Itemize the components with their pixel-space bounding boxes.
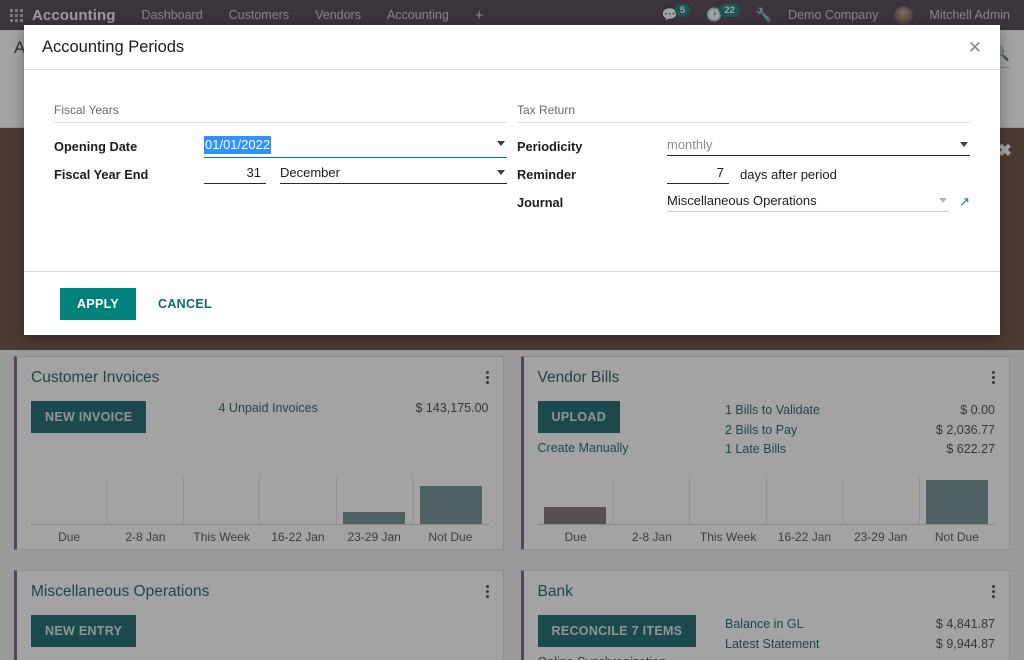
- close-icon[interactable]: ✕: [968, 39, 982, 56]
- external-link-icon[interactable]: ↗︎: [959, 194, 970, 210]
- dialog-header: Accounting Periods ✕: [24, 25, 1000, 70]
- periodicity-label: Periodicity: [517, 138, 583, 154]
- reminder-days-input[interactable]: 7: [667, 164, 729, 184]
- chevron-down-icon[interactable]: [497, 170, 505, 175]
- opening-date-control: 01/01/2022: [204, 135, 507, 158]
- journal-control: Miscellaneous Operations ↗︎: [667, 192, 970, 212]
- tax-return-group-title: Tax Return: [517, 103, 970, 123]
- tax-return-group: Tax Return Periodicity monthly Reminder …: [517, 103, 970, 297]
- reminder-label: Reminder: [517, 166, 577, 182]
- reminder-control: 7 days after period: [667, 164, 970, 184]
- reminder-row: Reminder 7 days after period: [517, 160, 970, 188]
- dialog-body: Fiscal Years Opening Date 01/01/2022 Fis…: [24, 70, 1000, 297]
- opening-date-value: 01/01/2022: [204, 135, 272, 154]
- journal-label: Journal: [517, 194, 564, 210]
- dialog-footer: APPLY CANCEL: [24, 271, 1000, 335]
- screen: Accounting Dashboard Customers Vendors A…: [0, 0, 1024, 660]
- opening-date-input[interactable]: 01/01/2022: [204, 135, 507, 158]
- periodicity-control: monthly: [667, 136, 970, 156]
- fiscal-years-group: Fiscal Years Opening Date 01/01/2022 Fis…: [54, 103, 507, 297]
- journal-select[interactable]: Miscellaneous Operations: [667, 192, 950, 212]
- chevron-down-icon[interactable]: [939, 198, 948, 203]
- chevron-down-icon[interactable]: [960, 142, 968, 147]
- fiscal-year-end-control: 31 December: [204, 164, 507, 184]
- opening-date-label: Opening Date: [54, 138, 138, 154]
- chevron-down-icon[interactable]: [497, 140, 505, 146]
- journal-row: Journal Miscellaneous Operations ↗︎: [517, 188, 970, 216]
- opening-date-row: Opening Date 01/01/2022: [54, 132, 507, 160]
- reminder-suffix-label: days after period: [740, 166, 837, 182]
- apply-button[interactable]: APPLY: [60, 287, 137, 320]
- accounting-periods-dialog: Accounting Periods ✕ Fiscal Years Openin…: [24, 25, 1000, 335]
- fiscal-year-end-month-control: December: [280, 164, 507, 184]
- fiscal-year-end-day-input[interactable]: 31: [204, 164, 266, 184]
- journal-select-wrap: Miscellaneous Operations: [667, 192, 950, 212]
- fiscal-year-end-month-select[interactable]: December: [280, 164, 507, 184]
- periodicity-row: Periodicity monthly: [517, 132, 970, 160]
- dialog-title: Accounting Periods: [42, 37, 185, 56]
- fiscal-year-end-label: Fiscal Year End: [54, 166, 149, 182]
- periodicity-select[interactable]: monthly: [667, 136, 970, 156]
- cancel-button[interactable]: CANCEL: [146, 288, 224, 320]
- fiscal-years-group-title: Fiscal Years: [54, 103, 507, 123]
- fiscal-year-end-row: Fiscal Year End 31 December: [54, 160, 507, 188]
